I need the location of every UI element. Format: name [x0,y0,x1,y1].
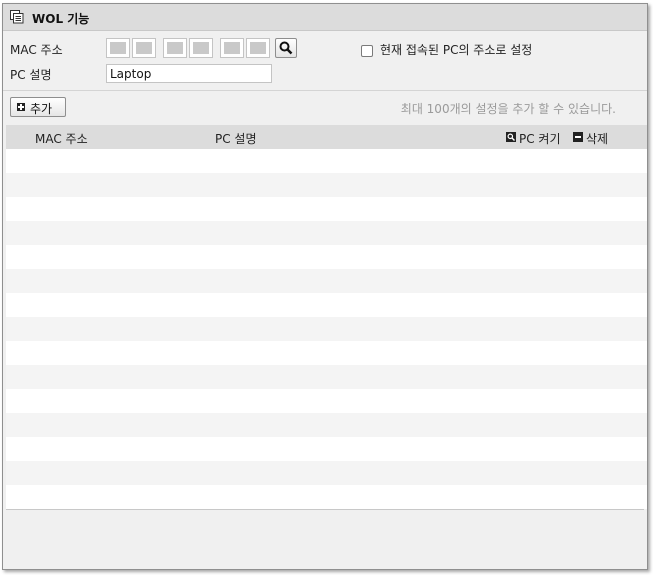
table-row [6,269,647,293]
mac-octet-3[interactable] [163,38,187,58]
add-button-label: 추가 [30,102,53,116]
use-current-pc-checkbox[interactable] [361,45,373,57]
mac-search-button[interactable] [275,38,297,58]
table-row [6,413,647,437]
panel-title: WOL 기능 [32,12,90,26]
use-current-pc-label: 현재 접속된 PC의 주소로 설정 [380,43,533,57]
table-row [6,293,647,317]
mac-address-label: MAC 주소 [10,43,63,57]
column-mac-address: MAC 주소 [35,132,88,146]
table-row [6,317,647,341]
table-row [6,437,647,461]
minus-icon [573,132,583,142]
mac-octet-4[interactable] [189,38,213,58]
mac-octet-6[interactable] [246,38,270,58]
table-row [6,461,647,485]
title-bar: WOL 기능 [3,4,647,31]
table-row [6,173,647,197]
mac-octet-5[interactable] [220,38,244,58]
mac-octet-1[interactable] [106,38,130,58]
search-icon [279,41,293,55]
column-delete: 삭제 [586,132,609,146]
pc-description-label: PC 설명 [10,68,52,82]
pc-description-input[interactable] [106,64,272,83]
table-row [6,485,647,509]
max-entries-hint: 최대 100개의 설정을 추가 할 수 있습니다. [400,102,616,116]
table-row [6,245,647,269]
add-button[interactable]: 추가 [10,97,66,117]
table-footer-divider [6,509,644,510]
form-divider [3,90,647,91]
table-row [6,389,647,413]
window-list-icon [10,10,24,24]
column-wake-pc: PC 켜기 [519,132,561,146]
table-header: MAC 주소 PC 설명 PC 켜기 삭제 [6,125,647,149]
power-on-icon [506,132,516,142]
table-row [6,341,647,365]
plus-icon [17,103,25,111]
table-row [6,221,647,245]
table-row [6,197,647,221]
wol-panel: WOL 기능 MAC 주소 현재 접속된 PC의 주소로 설정 PC 설명 추가… [2,3,648,570]
table-row [6,149,647,173]
table-row [6,365,647,389]
mac-octet-2[interactable] [132,38,156,58]
column-pc-description: PC 설명 [215,132,257,146]
wol-table-body [6,149,647,509]
